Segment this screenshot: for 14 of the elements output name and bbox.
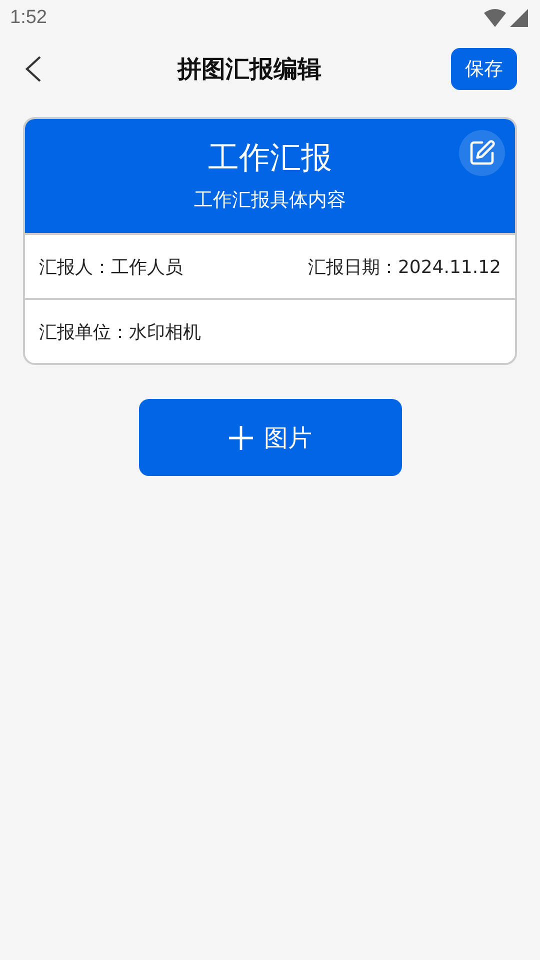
report-title: 工作汇报	[208, 139, 332, 178]
info-text: 汇报单位：水印相机	[39, 320, 201, 344]
info-text: 汇报日期：2024.11.12	[308, 256, 501, 278]
info-text: 汇报人：工作人员	[39, 256, 183, 278]
save-button[interactable]: 保存	[451, 48, 517, 90]
plus-icon	[228, 424, 254, 450]
page-title: 拼图汇报编辑	[178, 54, 322, 85]
pencil-square-icon	[468, 139, 496, 167]
report-subtitle: 工作汇报具体内容	[194, 188, 346, 213]
status-time: 1:52	[10, 7, 47, 29]
signal-icon	[510, 9, 528, 27]
wifi-icon	[484, 9, 506, 27]
edit-button[interactable]	[459, 130, 505, 176]
add-picture-button[interactable]: 图片	[138, 399, 402, 476]
